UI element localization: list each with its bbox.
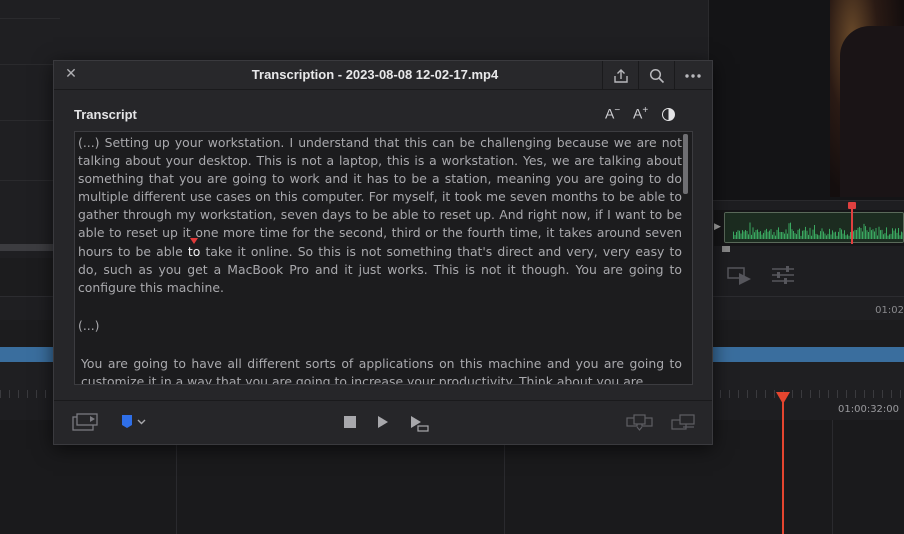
insert-clip-icon [626,414,653,431]
transcript-text-area[interactable]: (...) Setting up your workstation. I und… [74,131,693,385]
stop-button[interactable] [343,415,357,429]
search-icon [649,68,664,83]
clip-to-timeline-button[interactable] [72,412,98,432]
audio-waveform [725,213,903,242]
window-title: Transcription - 2023-08-08 12-02-17.mp4 [251,67,499,82]
panel-scrollbar[interactable] [0,244,54,251]
flag-color-dropdown[interactable] [120,414,150,430]
append-clip-icon [671,414,695,430]
blue-flag-icon [122,415,146,428]
track-divider [832,420,833,534]
audio-clip[interactable] [724,212,904,243]
timeline-playhead[interactable] [776,392,790,534]
transcript-footer [54,400,712,444]
timecode-label: 01:00:32:00 [838,404,900,415]
clip-play-icon[interactable] [727,266,753,290]
transcript-paragraph: You are going to have all different sort… [81,355,682,385]
mini-clip-marker [722,246,730,252]
append-to-timeline-button[interactable] [670,414,698,432]
play-to-end-icon [411,416,429,432]
more-options-button[interactable] [674,61,710,90]
playback-word-highlight[interactable]: to [187,237,201,259]
panel-divider [0,18,60,19]
play-icon [378,416,388,428]
insert-into-timeline-button[interactable] [626,414,654,432]
transcription-window: ✕ Transcription - 2023-08-08 12-02-17.mp… [53,60,713,445]
stop-icon [344,416,356,428]
transcript-label: Transcript [74,107,137,122]
play-button[interactable] [376,415,390,429]
play-selection-button[interactable] [410,415,430,433]
panel-divider [0,120,60,121]
search-button[interactable] [638,61,674,90]
decrease-font-button[interactable]: A− [605,105,620,122]
clip-insert-icon [72,413,98,431]
video-frame-image [830,0,904,197]
increase-font-button[interactable]: A+ [633,105,648,122]
transcript-text: (...) Setting up your workstation. I und… [78,135,682,259]
plus-sign: + [642,105,649,116]
more-options-icon [684,73,701,78]
contrast-icon[interactable] [662,108,675,121]
expand-arrow-icon[interactable]: ▶ [714,222,721,232]
font-size-letter: A [605,105,615,122]
highlighted-word: to [187,243,201,259]
adjust-sliders-icon[interactable] [771,266,795,288]
panel-divider [0,180,60,181]
panel-divider [0,64,60,65]
playback-position-marker [189,237,198,244]
mini-playhead[interactable] [848,202,856,244]
minus-sign: − [614,105,621,116]
transcript-scrollbar[interactable] [683,134,688,194]
export-button[interactable] [602,61,638,90]
transcript-paragraph: (...) [78,317,100,333]
font-size-letter: A [633,105,643,122]
timecode-label: 01:02 [875,305,904,316]
transcript-paragraph: (...) Setting up your workstation. I und… [75,132,692,297]
window-titlebar[interactable]: ✕ Transcription - 2023-08-08 12-02-17.mp… [54,61,712,90]
export-icon [613,68,628,83]
